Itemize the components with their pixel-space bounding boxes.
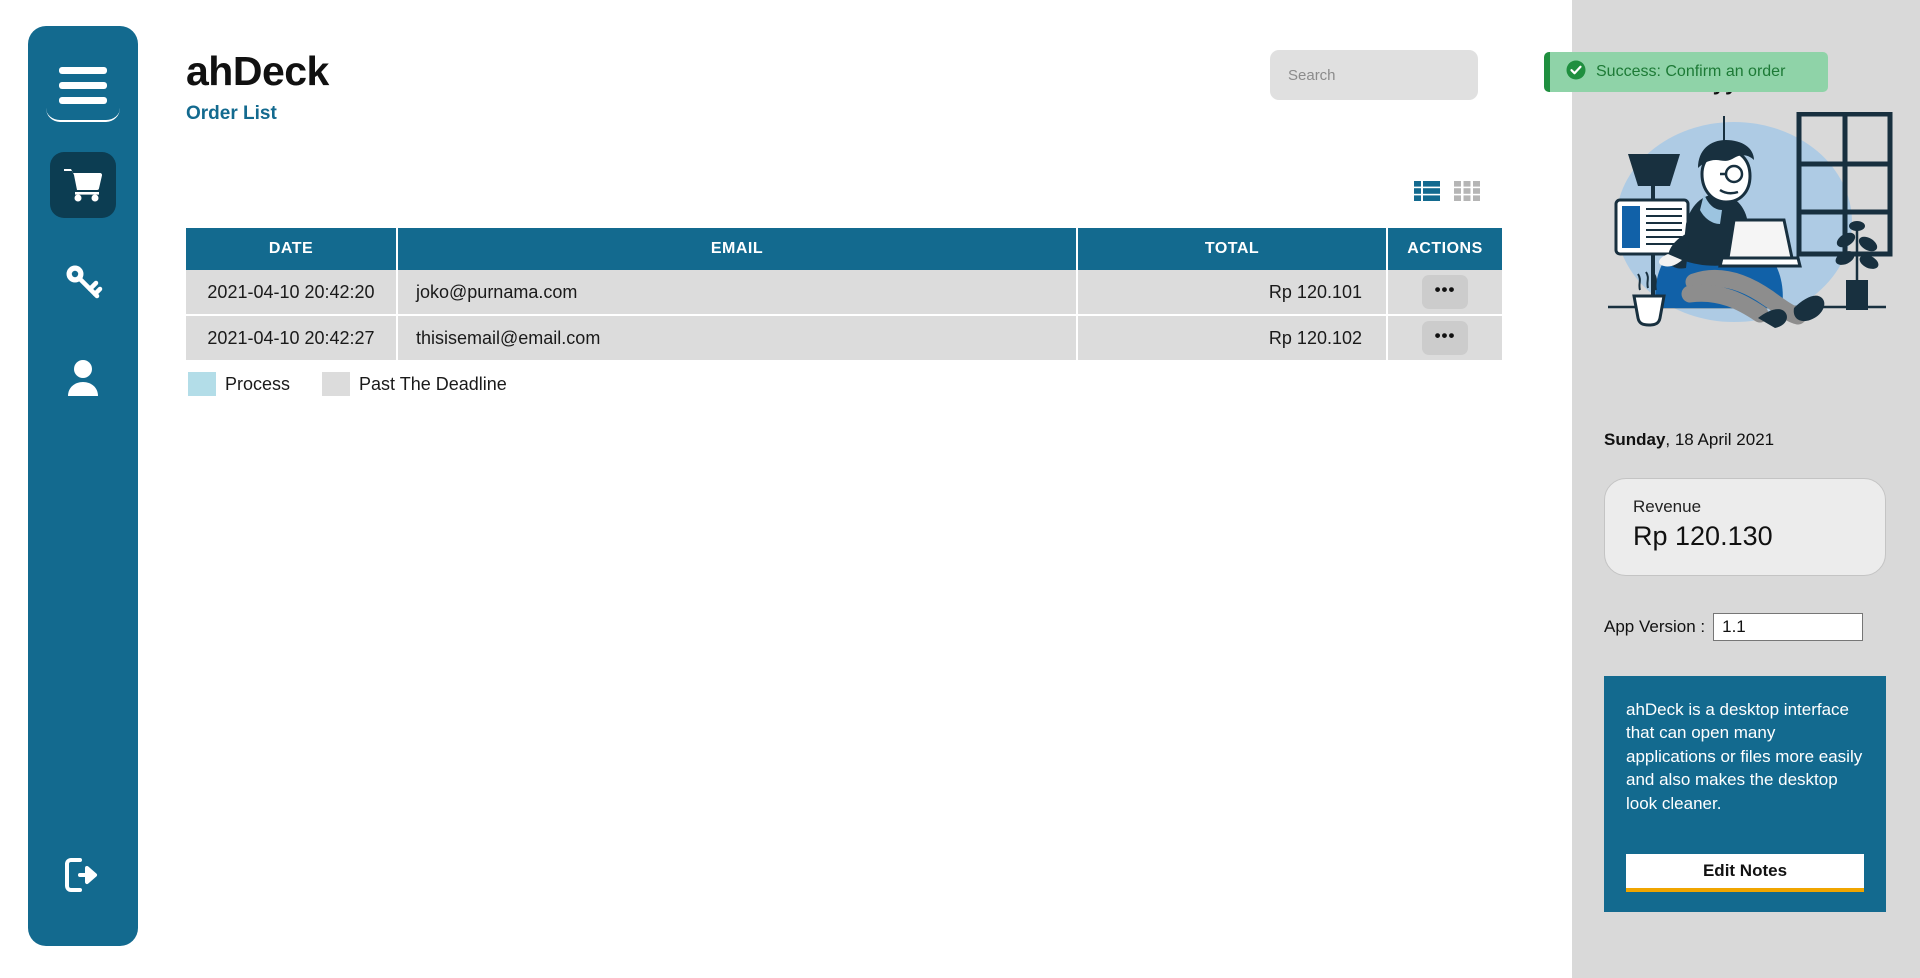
row-actions-button[interactable]: •••	[1422, 321, 1468, 355]
view-toggle-group	[1414, 180, 1480, 202]
legend-label-past-deadline: Past The Deadline	[359, 373, 507, 394]
person-on-beanbag-with-laptop-illustration	[1594, 111, 1894, 332]
revenue-value: Rp 120.130	[1633, 521, 1773, 551]
date-rest: , 18 April 2021	[1665, 430, 1775, 449]
sidebar-item-keys[interactable]	[50, 248, 116, 314]
status-badge[interactable]: Success: Confirm an order	[1544, 52, 1828, 92]
cell-email: joko@purnama.com	[398, 270, 1078, 316]
page-subtitle: Order List	[186, 103, 277, 124]
date-weekday: Sunday	[1604, 430, 1666, 449]
revenue-label: Revenue	[1633, 497, 1702, 516]
cell-date: 2021-04-10 20:42:27	[186, 316, 398, 362]
legend-swatch-past-deadline	[322, 372, 351, 396]
legend-swatch-process	[188, 372, 216, 396]
current-date: Sunday, 18 April 2021	[1604, 430, 1774, 450]
toast-message: Success: Confirm an order	[1596, 63, 1786, 80]
cell-total: Rp 120.101	[1078, 270, 1388, 316]
check-circle-icon	[1566, 60, 1586, 85]
app-version-input[interactable]	[1713, 613, 1864, 641]
app-version-row: App Version :	[1604, 613, 1864, 641]
row-actions-button[interactable]: •••	[1422, 275, 1468, 309]
status-legend: Process Past The Deadline	[188, 372, 507, 396]
cell-total: Rp 120.102	[1078, 316, 1388, 362]
cart-icon	[62, 166, 104, 204]
column-header-actions: ACTIONS	[1388, 228, 1502, 270]
legend-label-process: Process	[225, 373, 291, 394]
sidebar	[28, 26, 138, 946]
user-icon	[64, 357, 102, 397]
notes-text: ahDeck is a desktop interface that can o…	[1626, 700, 1863, 813]
cell-email: thisisemail@email.com	[398, 316, 1078, 362]
column-header-date: DATE	[186, 228, 398, 270]
key-icon	[62, 260, 104, 302]
table-row[interactable]: 2021-04-10 20:42:20 joko@purnama.com Rp …	[186, 270, 1502, 316]
logout-icon[interactable]	[50, 842, 116, 908]
column-header-email: EMAIL	[398, 228, 1078, 270]
main-content: ahDeck Order List Search DATE EMAIL TOTA…	[186, 0, 1566, 978]
app-root: ahDeck Order List Search DATE EMAIL TOTA…	[0, 0, 1920, 978]
order-table: DATE EMAIL TOTAL ACTIONS 2021-04-10 20:4…	[186, 228, 1502, 362]
app-version-label: App Version :	[1604, 617, 1706, 636]
right-panel: Ahmad Hayyan Success: Confirm an order	[1544, 0, 1920, 978]
list-view-icon[interactable]	[1414, 180, 1440, 202]
notes-card: ahDeck is a desktop interface that can o…	[1604, 676, 1886, 912]
table-header-row: DATE EMAIL TOTAL ACTIONS	[186, 228, 1502, 270]
table-row[interactable]: 2021-04-10 20:42:27 thisisemail@email.co…	[186, 316, 1502, 362]
sidebar-item-orders[interactable]	[50, 152, 116, 218]
grid-view-icon[interactable]	[1454, 180, 1480, 202]
revenue-card: Revenue Rp 120.130	[1604, 478, 1886, 576]
page-title: ahDeck	[186, 48, 329, 94]
sidebar-item-account[interactable]	[50, 344, 116, 410]
cell-date: 2021-04-10 20:42:20	[186, 270, 398, 316]
cell-actions: •••	[1388, 316, 1502, 362]
column-header-total: TOTAL	[1078, 228, 1388, 270]
hamburger-menu-icon[interactable]	[46, 60, 120, 122]
search-input[interactable]	[1270, 50, 1478, 100]
cell-actions: •••	[1388, 270, 1502, 316]
edit-notes-button[interactable]: Edit Notes	[1626, 854, 1864, 892]
